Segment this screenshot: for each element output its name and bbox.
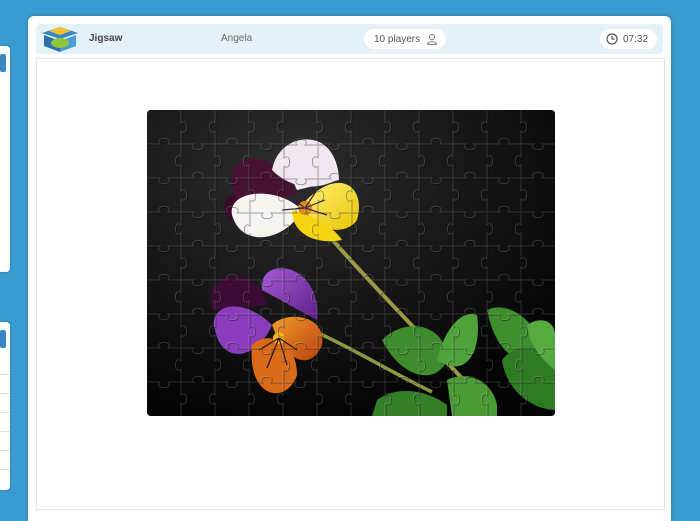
players-count[interactable]: 10 players xyxy=(364,29,447,49)
side-panel-tab[interactable] xyxy=(0,54,6,72)
username: Angela xyxy=(221,33,253,44)
players-label: 10 players xyxy=(374,33,421,45)
puzzle-image xyxy=(147,110,555,416)
side-panel-list xyxy=(0,356,10,476)
side-panel-bottom xyxy=(0,322,10,490)
game-window: Jigsaw Angela 10 players 07:32 xyxy=(28,16,671,521)
person-icon xyxy=(427,33,438,45)
side-panel-top xyxy=(0,46,10,272)
side-panel-tab[interactable] xyxy=(0,330,6,348)
timer: 07:32 xyxy=(600,29,658,49)
timer-value: 07:32 xyxy=(623,33,649,45)
box-logo-icon[interactable] xyxy=(40,25,80,53)
clock-icon xyxy=(606,33,618,45)
play-area xyxy=(36,58,665,510)
app-title: Jigsaw xyxy=(89,33,123,44)
jigsaw-puzzle[interactable] xyxy=(147,110,555,416)
top-bar: Jigsaw Angela 10 players 07:32 xyxy=(36,24,663,54)
